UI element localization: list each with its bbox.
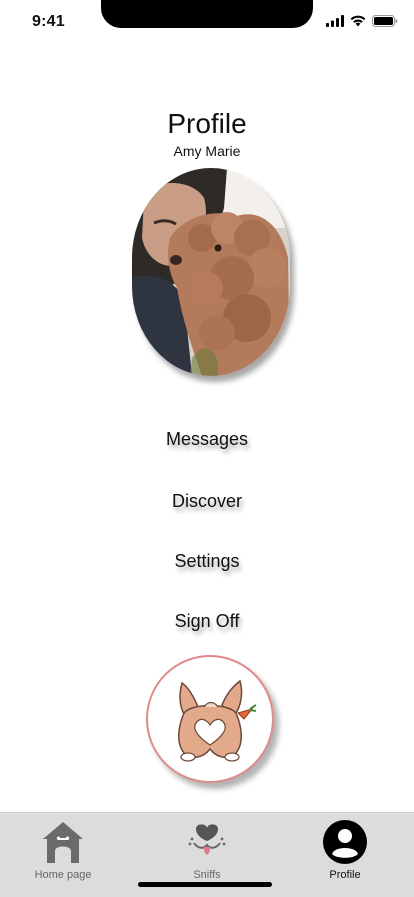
corgi-logo: [146, 655, 274, 783]
profile-icon: [323, 820, 367, 864]
menu-item-settings[interactable]: Settings: [0, 551, 414, 572]
tab-home-page[interactable]: Home page: [3, 817, 123, 887]
dog-nose-icon: [188, 824, 226, 855]
status-icons: [326, 15, 398, 27]
profile-photo[interactable]: [132, 168, 290, 376]
profile-photo-image: [132, 168, 290, 376]
menu-item-messages[interactable]: Messages: [0, 429, 414, 450]
page-title: Profile: [167, 108, 247, 139]
tab-label-home: Home page: [34, 869, 92, 881]
status-bar: 9:41: [0, 0, 414, 44]
status-time: 9:41: [32, 13, 65, 30]
battery-icon: [372, 15, 398, 27]
device-notch: [101, 0, 313, 28]
menu-item-discover[interactable]: Discover: [0, 491, 414, 512]
dog-house-icon: [43, 822, 83, 863]
wifi-icon: [350, 15, 366, 27]
tab-label-sniffs: Sniffs: [193, 869, 221, 881]
user-name: Amy Marie: [173, 143, 241, 159]
menu-item-sign-off[interactable]: Sign Off: [0, 611, 414, 632]
home-indicator: [138, 882, 272, 887]
tab-sniffs[interactable]: Sniffs: [147, 817, 267, 887]
tab-profile[interactable]: Profile: [285, 817, 405, 887]
corgi-heart-icon: [178, 679, 257, 762]
tab-label-profile: Profile: [329, 869, 361, 881]
signal-icon: [326, 15, 344, 27]
